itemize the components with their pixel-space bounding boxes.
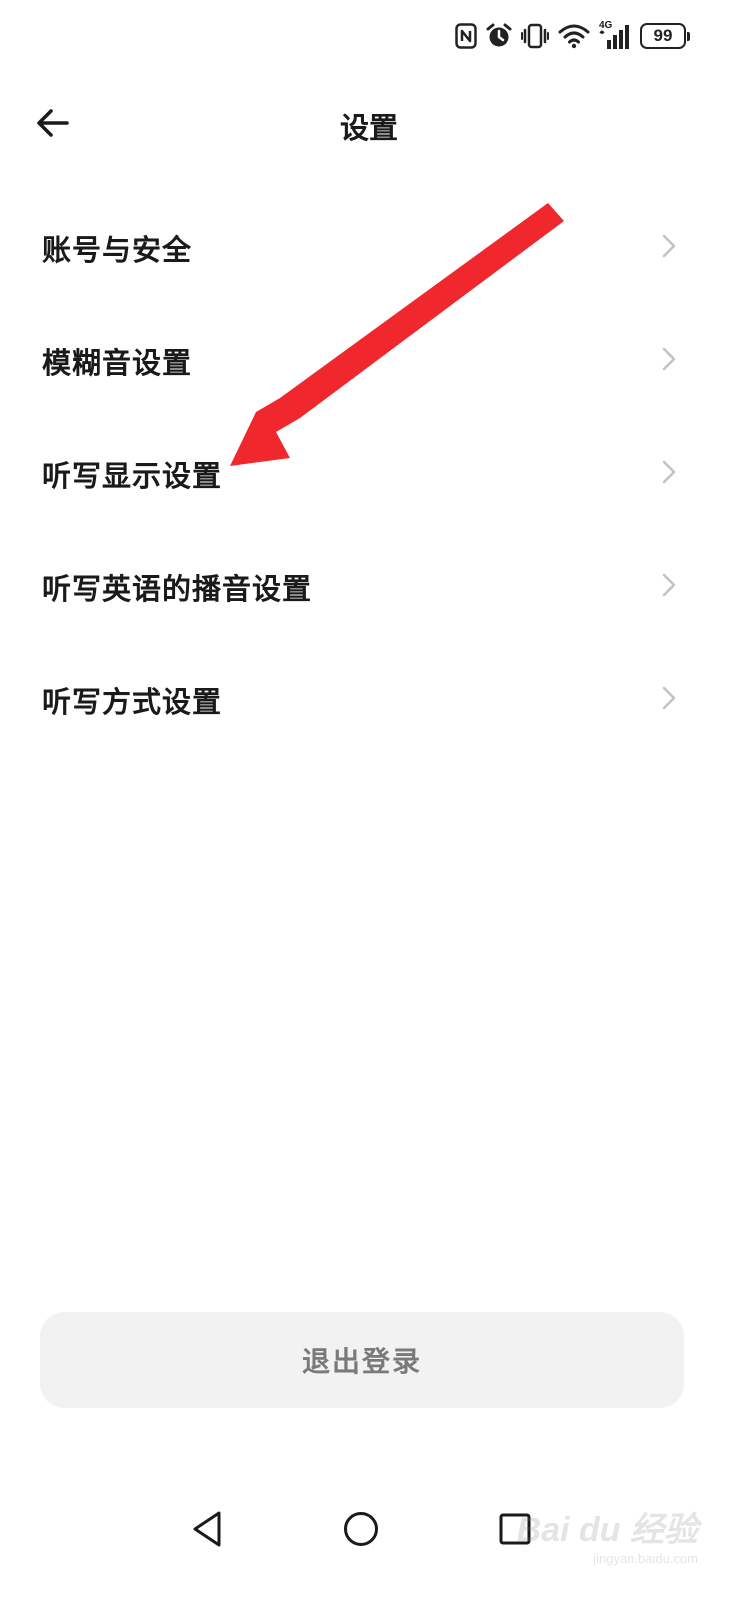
baidu-watermark: Bai du 经验 jingyan.baidu.com xyxy=(517,1502,698,1566)
vibrate-icon xyxy=(521,23,549,49)
cellular-signal-icon: 4G xyxy=(599,20,631,50)
settings-list: 账号与安全 模糊音设置 听写显示设置 听写英语的播音设置 听写方式设置 xyxy=(0,190,738,755)
chevron-right-icon xyxy=(662,347,676,371)
settings-item-dictation-display[interactable]: 听写显示设置 xyxy=(0,416,738,529)
watermark-logo-text: Bai du 经验 xyxy=(516,1511,698,1549)
settings-item-english-broadcast[interactable]: 听写英语的播音设置 xyxy=(0,529,738,642)
header: 设置 xyxy=(0,85,738,161)
settings-item-label: 账号与安全 xyxy=(42,233,193,267)
alarm-icon xyxy=(486,23,512,49)
logout-button[interactable]: 退出登录 xyxy=(40,1312,684,1408)
page-title: 设置 xyxy=(339,111,398,145)
battery-icon: 99 xyxy=(640,23,690,49)
battery-level: 99 xyxy=(653,26,673,45)
circle-home-icon xyxy=(344,1512,378,1546)
nfc-icon xyxy=(455,23,477,49)
watermark-url: jingyan.baidu.com xyxy=(593,1551,698,1566)
chevron-right-icon xyxy=(662,686,676,710)
wifi-icon xyxy=(558,23,590,49)
status-icons: 4G 99 xyxy=(455,20,690,52)
settings-item-label: 听写英语的播音设置 xyxy=(42,572,313,606)
settings-item-label: 听写显示设置 xyxy=(42,459,223,493)
triangle-back-icon xyxy=(193,1511,221,1547)
settings-item-label: 听写方式设置 xyxy=(42,685,223,719)
settings-item-fuzzy-sound[interactable]: 模糊音设置 xyxy=(0,303,738,416)
status-bar: 4G 99 xyxy=(0,0,738,70)
settings-item-account-security[interactable]: 账号与安全 xyxy=(0,190,738,303)
chevron-right-icon xyxy=(662,460,676,484)
chevron-right-icon xyxy=(662,234,676,258)
settings-item-label: 模糊音设置 xyxy=(42,346,193,380)
nav-home-button[interactable] xyxy=(336,1504,386,1554)
chevron-right-icon xyxy=(662,573,676,597)
settings-item-dictation-mode[interactable]: 听写方式设置 xyxy=(0,642,738,755)
nav-back-button[interactable] xyxy=(182,1504,232,1554)
